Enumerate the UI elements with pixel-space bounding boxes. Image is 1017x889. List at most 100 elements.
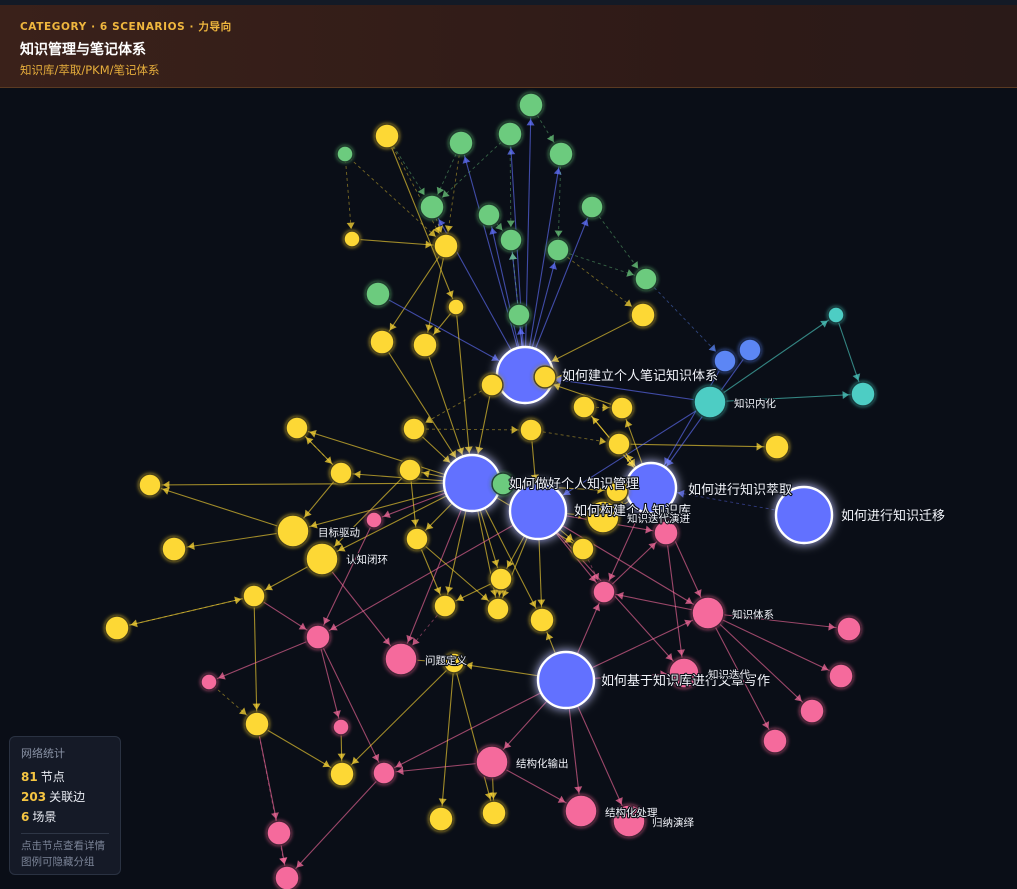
graph-node[interactable]	[499, 228, 523, 252]
graph-node[interactable]	[343, 230, 361, 248]
graph-node[interactable]	[419, 194, 445, 220]
edge-arrowhead	[464, 446, 473, 454]
keyword-node[interactable]	[691, 596, 725, 630]
graph-node[interactable]	[104, 615, 130, 641]
keyword-node[interactable]	[564, 794, 598, 828]
graph-node[interactable]	[244, 711, 270, 737]
graph-node[interactable]	[374, 123, 400, 149]
graph-node[interactable]	[571, 537, 595, 561]
graph-node[interactable]	[405, 527, 429, 551]
scenario-label: 如何进行知识迁移	[841, 508, 945, 524]
edge-arrowhead	[842, 391, 850, 400]
graph-node[interactable]	[372, 761, 396, 785]
graph-edge	[524, 153, 562, 376]
graph-node[interactable]	[827, 306, 845, 324]
graph-node[interactable]	[828, 663, 854, 689]
graph-node[interactable]	[329, 461, 353, 485]
graph-node[interactable]	[398, 458, 422, 482]
edge-arrowhead	[411, 519, 420, 527]
graph-node[interactable]	[365, 281, 391, 307]
edge-arrowhead	[677, 489, 685, 498]
graph-node[interactable]	[592, 580, 616, 604]
graph-node[interactable]	[242, 584, 266, 608]
graph-node[interactable]	[580, 195, 604, 219]
force-graph[interactable]: 如何建立个人笔记知识体系如何做好个人知识管理如何构建个人知识库如何进行知识萃取如…	[0, 89, 1017, 889]
graph-node[interactable]	[486, 597, 510, 621]
graph-node[interactable]	[607, 432, 631, 456]
graph-edge	[440, 662, 455, 820]
scenario-label: 如何建立个人笔记知识体系	[562, 368, 718, 384]
graph-node[interactable]	[266, 820, 292, 846]
edge-arrowhead	[574, 786, 583, 794]
edge-arrowhead	[310, 520, 318, 529]
graph-edge	[317, 636, 385, 774]
graph-node[interactable]	[480, 373, 504, 397]
graph-node[interactable]	[738, 338, 762, 362]
graph-node[interactable]	[548, 141, 574, 167]
graph-node[interactable]	[518, 92, 544, 118]
edge-arrowhead	[506, 220, 515, 228]
graph-node[interactable]	[433, 594, 457, 618]
scenario-node[interactable]	[536, 650, 596, 710]
graph-node[interactable]	[572, 395, 596, 419]
graph-node[interactable]	[799, 698, 825, 724]
edge-arrowhead	[252, 703, 261, 711]
keyword-node[interactable]	[276, 514, 310, 548]
graph-node[interactable]	[332, 718, 350, 736]
edge-arrowhead	[756, 442, 764, 451]
keyword-node[interactable]	[475, 745, 509, 779]
graph-edge	[709, 393, 864, 403]
graph-node[interactable]	[200, 673, 218, 691]
edge-arrowhead	[442, 190, 450, 198]
graph-node[interactable]	[762, 728, 788, 754]
graph-node[interactable]	[161, 536, 187, 562]
graph-node[interactable]	[448, 130, 474, 156]
graph-node[interactable]	[836, 616, 862, 642]
graph-node[interactable]	[447, 298, 465, 316]
graph-node[interactable]	[138, 473, 162, 497]
graph-node[interactable]	[764, 434, 790, 460]
edge-arrowhead	[602, 403, 610, 412]
graph-node[interactable]	[336, 145, 354, 163]
graph-node[interactable]	[533, 365, 557, 389]
graph-node[interactable]	[634, 267, 658, 291]
edge-arrowhead	[677, 649, 685, 657]
graph-node[interactable]	[546, 238, 570, 262]
graph-node[interactable]	[329, 761, 355, 787]
edge-arrowhead	[592, 417, 600, 425]
edge-arrowhead	[422, 470, 430, 478]
graph-node[interactable]	[507, 303, 531, 327]
keyword-node[interactable]	[384, 642, 418, 676]
graph-node[interactable]	[481, 800, 507, 826]
stats-edges-count: 203	[21, 790, 47, 804]
stats-hint-click: 点击节点查看详情	[21, 840, 105, 852]
graph-node[interactable]	[428, 806, 454, 832]
graph-node[interactable]	[497, 121, 523, 147]
keyword-node[interactable]	[693, 385, 727, 419]
keyword-label: 问题定义	[425, 654, 467, 667]
graph-node[interactable]	[402, 417, 426, 441]
graph-node[interactable]	[369, 329, 395, 355]
graph-node[interactable]	[489, 567, 513, 591]
graph-edge	[149, 482, 473, 486]
graph-node[interactable]	[519, 418, 543, 442]
graph-node[interactable]	[274, 865, 300, 889]
keyword-node[interactable]	[305, 542, 339, 576]
graph-node[interactable]	[529, 607, 555, 633]
graph-node[interactable]	[433, 233, 459, 259]
graph-node[interactable]	[412, 332, 438, 358]
graph-node[interactable]	[365, 511, 383, 529]
stats-nodes-label: 节点	[40, 770, 65, 784]
edge-arrowhead	[346, 222, 355, 230]
edge-arrowhead	[234, 596, 242, 605]
graph-node[interactable]	[305, 624, 331, 650]
graph-node[interactable]	[285, 416, 309, 440]
edge-arrowhead	[537, 599, 546, 607]
edge-arrowhead	[445, 586, 454, 594]
network-stats-panel: 网络统计 81 节点 203 关联边 6 场景 点击节点查看详情 图例可隐藏分组	[9, 736, 121, 875]
edge-arrowhead	[425, 324, 434, 332]
graph-node[interactable]	[477, 203, 501, 227]
graph-node[interactable]	[610, 396, 634, 420]
graph-node[interactable]	[630, 302, 656, 328]
graph-node[interactable]	[850, 381, 876, 407]
